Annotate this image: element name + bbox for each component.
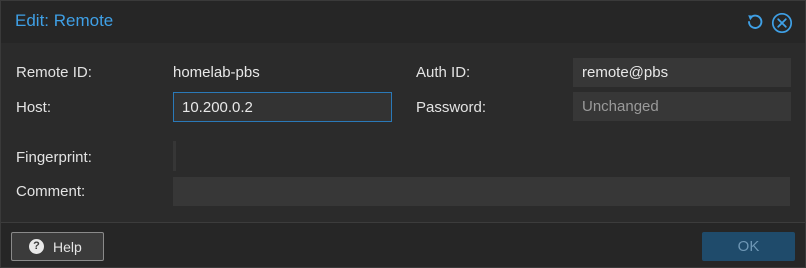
comment-label: Comment: — [16, 183, 86, 200]
dialog-body: Remote ID: homelab-pbs Host: Fingerprint… — [1, 43, 805, 223]
help-button[interactable]: ? Help — [11, 232, 104, 261]
dialog-titlebar[interactable]: Edit: Remote — [1, 1, 805, 43]
help-button-label: Help — [53, 239, 82, 255]
host-input[interactable] — [173, 92, 392, 122]
remote-id-value: homelab-pbs — [173, 64, 260, 81]
remote-id-label: Remote ID: — [16, 64, 92, 81]
fingerprint-field[interactable] — [173, 141, 176, 171]
comment-input[interactable] — [173, 177, 790, 206]
password-label: Password: — [416, 99, 487, 116]
auth-id-input[interactable] — [573, 58, 791, 87]
question-circle-icon: ? — [29, 239, 44, 254]
dialog-footer: ? Help OK — [1, 222, 805, 267]
edit-remote-dialog: Edit: Remote Remote ID: homelab-pbs Host… — [0, 0, 806, 268]
host-label: Host: — [16, 99, 52, 116]
close-icon[interactable] — [771, 12, 793, 34]
reset-icon[interactable] — [745, 12, 765, 32]
dialog-title: Edit: Remote — [15, 11, 114, 30]
auth-id-label: Auth ID: — [416, 64, 471, 81]
ok-button[interactable]: OK — [702, 232, 795, 261]
fingerprint-label: Fingerprint: — [16, 149, 92, 166]
password-input[interactable] — [573, 92, 791, 121]
